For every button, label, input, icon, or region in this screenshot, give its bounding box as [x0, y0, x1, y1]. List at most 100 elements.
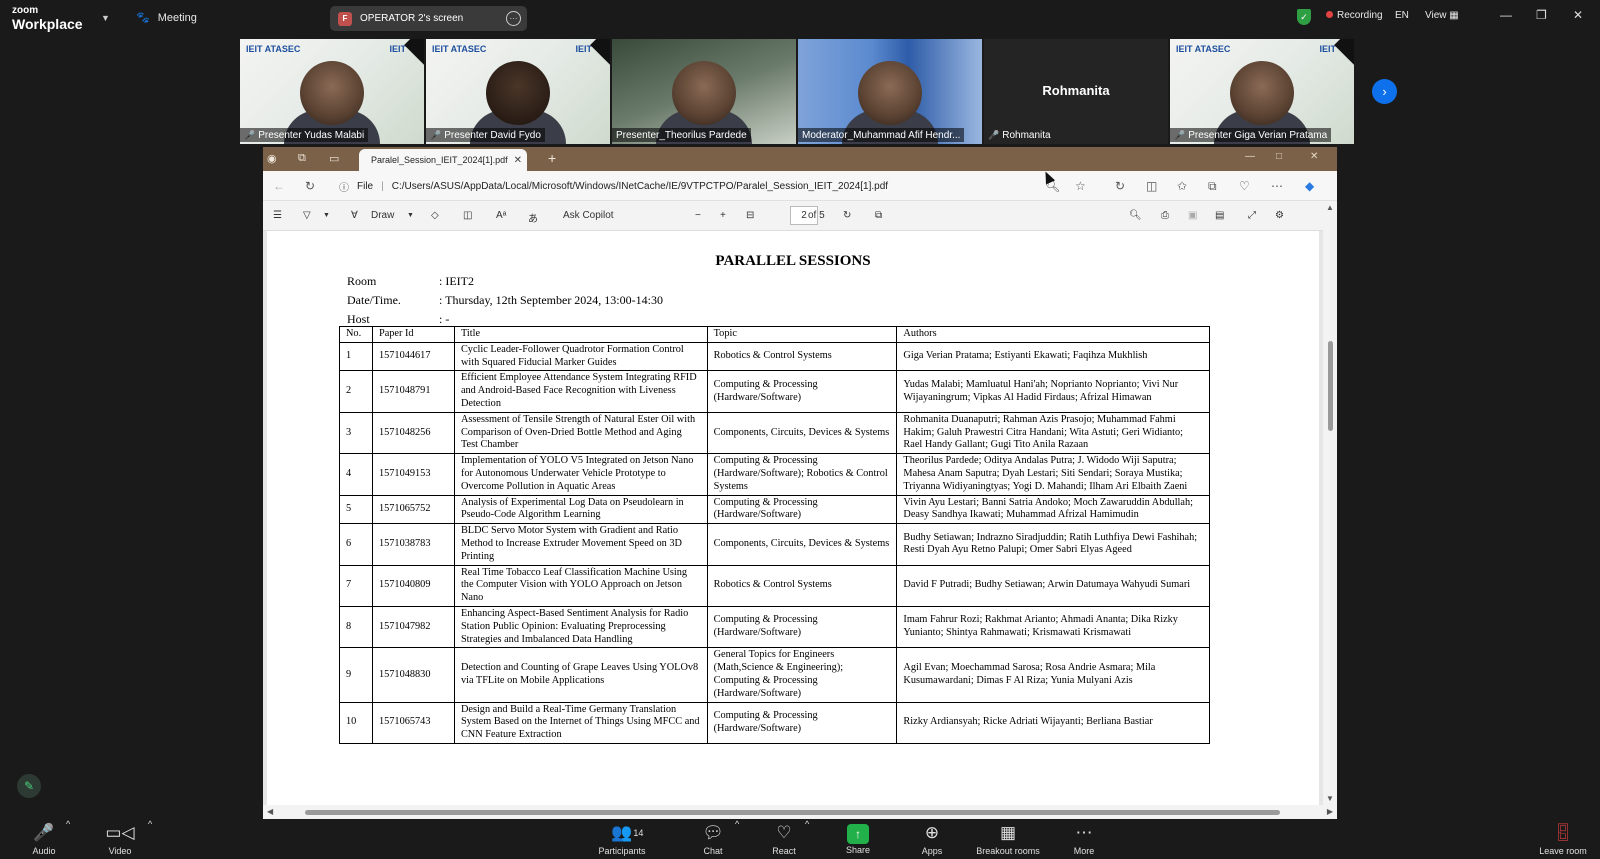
- eraser-icon[interactable]: ◇: [431, 210, 439, 221]
- background-logo-right: IEIT: [575, 44, 592, 54]
- horizontal-scroll-thumb[interactable]: [305, 810, 1280, 815]
- browser-minimize-icon[interactable]: —: [1245, 151, 1255, 162]
- participants-button[interactable]: 👥 14 Participants: [588, 819, 656, 859]
- video-button[interactable]: ▭◁ Video: [100, 819, 140, 859]
- pdf-settings-icon[interactable]: ⚙: [1275, 210, 1284, 221]
- chat-button[interactable]: 💬︎ Chat: [693, 819, 733, 859]
- browser-maximize-icon[interactable]: □: [1276, 151, 1282, 162]
- address-bar-row: ← ↻ ⓘ File | C:/Users/ASUS/AppData/Local…: [263, 171, 1337, 201]
- video-tile[interactable]: IEIT ATASEC IEIT 🎤 Presenter David Fydo: [426, 39, 610, 144]
- person-head: [858, 61, 922, 125]
- settings-more-icon[interactable]: ⋯: [1271, 179, 1283, 193]
- split-screen-icon[interactable]: ◫: [1146, 179, 1157, 193]
- highlight-icon[interactable]: ▽: [303, 210, 311, 221]
- workplace-chevron-down-icon[interactable]: ▼: [101, 13, 110, 23]
- scroll-up-icon[interactable]: ▲: [1326, 203, 1334, 212]
- cell-title: Analysis of Experimental Log Data on Pse…: [453, 494, 708, 525]
- restore-window-icon[interactable]: ❐: [1536, 8, 1547, 22]
- video-tile[interactable]: IEIT ATASEC IEIT 🎤 Presenter Yudas Malabi: [240, 39, 424, 144]
- highlight-chevron-icon[interactable]: ▼: [323, 212, 330, 219]
- audio-button[interactable]: 🎤 Audio: [24, 819, 64, 859]
- chat-options-chevron-icon[interactable]: ^: [735, 819, 739, 829]
- save-as-icon[interactable]: ▤: [1215, 210, 1224, 221]
- close-window-icon[interactable]: ✕: [1573, 8, 1583, 22]
- breakout-rooms-button[interactable]: ▦ Breakout rooms: [968, 819, 1048, 859]
- react-button[interactable]: ♡ React: [764, 819, 804, 859]
- browser-close-icon[interactable]: ✕: [1310, 151, 1318, 162]
- zoom-in-icon[interactable]: +: [720, 210, 726, 221]
- shared-screen-pill[interactable]: F OPERATOR 2's screen ⋯: [330, 6, 527, 31]
- security-shield-icon[interactable]: ✓: [1297, 9, 1311, 25]
- vertical-scrollbar[interactable]: ▲ ▼: [1323, 201, 1337, 805]
- browser-essentials-icon[interactable]: ♡: [1239, 179, 1250, 193]
- contents-icon[interactable]: ☰: [273, 210, 282, 221]
- fit-page-icon[interactable]: ⊟: [746, 210, 754, 221]
- workspaces-icon[interactable]: ⧉: [298, 152, 306, 165]
- screen-options-icon[interactable]: ⋯: [506, 11, 521, 26]
- pdf-viewport[interactable]: PARALLEL SESSIONS Room: IEIT2 Date/Time.…: [263, 231, 1323, 805]
- back-arrow-icon[interactable]: ←: [273, 179, 285, 193]
- find-icon[interactable]: 🔍︎: [1129, 210, 1142, 221]
- draw-icon[interactable]: ∀: [351, 210, 358, 221]
- table-row: 4 1571049153 Implementation of YOLO V5 Int…: [339, 453, 1210, 496]
- collections-icon[interactable]: ⧉: [1208, 179, 1217, 194]
- video-tile[interactable]: Presenter_Theorilus Pardede: [612, 39, 796, 144]
- cell-no: 1: [339, 341, 373, 372]
- react-options-chevron-icon[interactable]: ^: [805, 819, 809, 829]
- refresh-icon[interactable]: ↻: [305, 179, 315, 193]
- horizontal-scrollbar[interactable]: ◀ ▶: [263, 805, 1337, 819]
- copilot-icon[interactable]: ◆: [1305, 179, 1314, 193]
- cell-paper-id: 1571049153: [371, 453, 455, 496]
- scroll-down-icon[interactable]: ▼: [1326, 794, 1334, 803]
- language-button[interactable]: EN: [1395, 10, 1409, 21]
- favorite-star-icon[interactable]: ☆: [1075, 179, 1086, 193]
- favorites-icon[interactable]: ✩: [1177, 179, 1187, 193]
- more-button[interactable]: ⋯ More: [1064, 819, 1104, 859]
- annotate-pencil-icon[interactable]: ✎: [17, 774, 41, 798]
- close-tab-icon[interactable]: ✕: [514, 155, 522, 166]
- meeting-menu[interactable]: 🐾 Meeting: [136, 11, 197, 25]
- tab-actions-icon[interactable]: ▭: [329, 152, 339, 165]
- video-tile-active-speaker[interactable]: Moderator_Muhammad Afif Hendr...: [798, 39, 982, 144]
- save-icon[interactable]: ▣: [1188, 210, 1197, 221]
- rotate-icon[interactable]: ↻: [843, 210, 851, 221]
- draw-chevron-icon[interactable]: ▼: [407, 212, 414, 219]
- cell-topic: Computing & Processing (Hardware/Softwar…: [706, 605, 898, 649]
- sessions-table: No. Paper Id Title Topic Authors 1 157104…: [339, 326, 1210, 744]
- minimize-window-icon[interactable]: —: [1500, 8, 1512, 22]
- audio-options-chevron-icon[interactable]: ^: [66, 819, 70, 829]
- ask-copilot-button[interactable]: Ask Copilot: [563, 210, 614, 221]
- translate-icon[interactable]: あ: [528, 210, 538, 225]
- scroll-right-icon[interactable]: ▶: [1327, 807, 1333, 816]
- draw-button[interactable]: Draw: [371, 210, 394, 221]
- apps-button[interactable]: ⊕ Apps: [912, 819, 952, 859]
- new-tab-icon[interactable]: +: [548, 150, 556, 166]
- cell-title: Enhancing Aspect-Based Sentiment Analysi…: [453, 605, 708, 649]
- share-button[interactable]: ↑ Share: [838, 819, 878, 859]
- next-page-arrow-icon[interactable]: ›: [1372, 79, 1397, 104]
- extensions-refresh-icon[interactable]: ↻: [1115, 179, 1125, 193]
- scroll-left-icon[interactable]: ◀: [267, 807, 273, 816]
- fullscreen-icon[interactable]: ⤢: [1248, 210, 1256, 221]
- zoom-out-icon[interactable]: −: [695, 210, 701, 221]
- background-logo-left: IEIT ATASEC: [1176, 44, 1231, 54]
- cell-paper-id: 1571038783: [371, 523, 455, 566]
- leave-room-button[interactable]: 🚪︎ Leave room: [1534, 819, 1592, 859]
- vertical-scroll-thumb[interactable]: [1328, 341, 1333, 431]
- video-tile[interactable]: IEIT ATASEC IEIT 🎤 Presenter Giga Verian …: [1170, 39, 1354, 144]
- text-icon[interactable]: ◫: [463, 210, 472, 221]
- cell-title: Real Time Tobacco Leaf Classification Ma…: [453, 564, 708, 607]
- print-icon[interactable]: ⎙: [1161, 210, 1169, 221]
- read-aloud-icon[interactable]: Aᵃ: [496, 210, 506, 221]
- profile-icon[interactable]: ◉: [267, 152, 277, 165]
- url-separator: |: [381, 180, 384, 192]
- leave-label: Leave room: [1539, 845, 1587, 856]
- column-header: Topic: [706, 326, 898, 343]
- recording-indicator[interactable]: Recording: [1326, 10, 1383, 21]
- page-view-icon[interactable]: ⧉: [875, 210, 882, 221]
- table-row: 8 1571047982 Enhancing Aspect-Based Sentim…: [339, 605, 1210, 649]
- view-button[interactable]: View ▦: [1425, 10, 1459, 21]
- video-options-chevron-icon[interactable]: ^: [148, 819, 152, 829]
- video-tile-camera-off[interactable]: Rohmanita 🎤 Rohmanita: [984, 39, 1168, 144]
- browser-tab-pdf[interactable]: Paralel_Session_IEIT_2024[1].pdf ✕: [359, 149, 527, 171]
